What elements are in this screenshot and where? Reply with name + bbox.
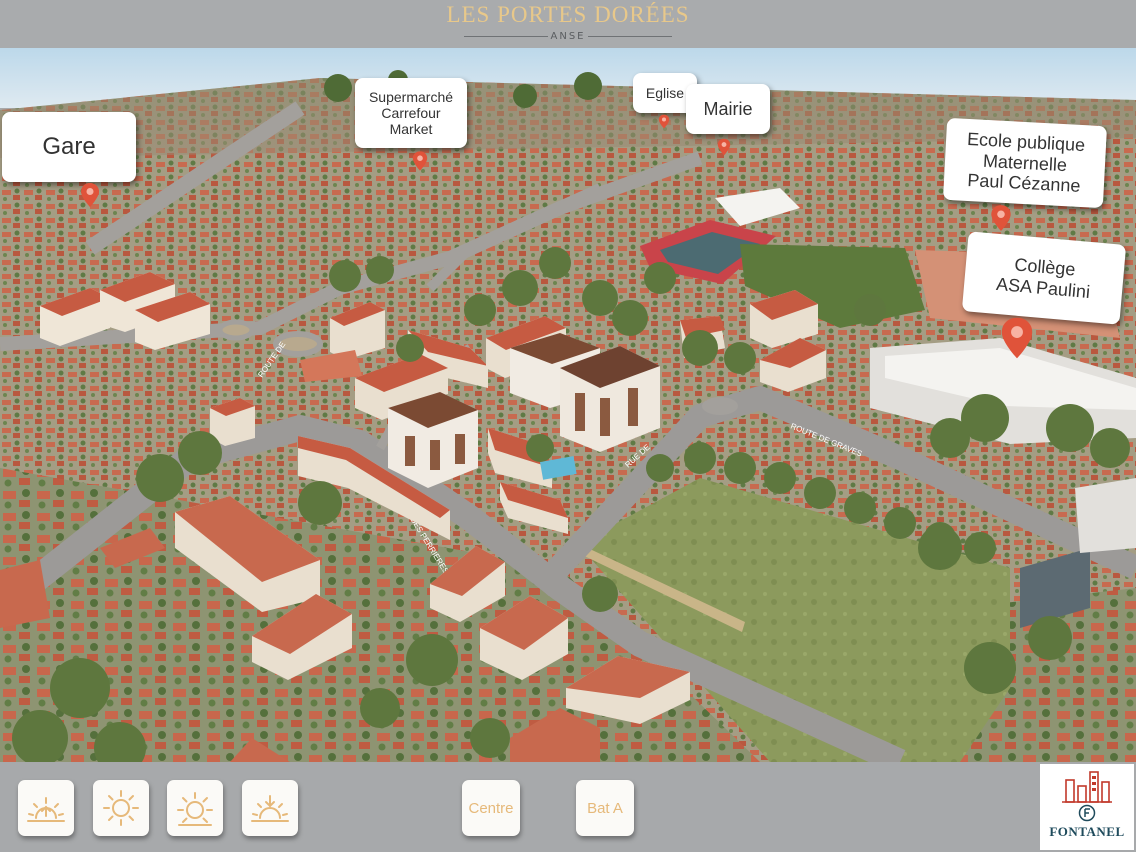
sunset-icon: [251, 795, 289, 822]
brand-subtitle: ANSE: [550, 31, 586, 42]
poi-label-college[interactable]: Collège ASA Paulini: [961, 231, 1127, 325]
sunset-button[interactable]: [242, 780, 298, 836]
fontanel-logo-text: FONTANEL: [1049, 824, 1125, 839]
header-bar: LES PORTES DORÉES ANSE: [0, 0, 1136, 48]
eglise-pin-icon[interactable]: [658, 114, 670, 129]
bat-a-button-label: Bat A: [587, 799, 623, 817]
mairie-pin-icon[interactable]: [717, 138, 731, 156]
poi-mairie-text: Mairie: [703, 98, 753, 119]
gare-pin-icon[interactable]: [80, 182, 100, 208]
sun-icon: [103, 790, 139, 826]
building-logo-icon: [1062, 771, 1112, 803]
supermarche-pin-icon[interactable]: [412, 150, 428, 172]
poi-supermarche-line2: Carrefour: [381, 104, 441, 121]
fontanel-logo: FONTANEL: [1040, 764, 1134, 850]
bat-a-button[interactable]: Bat A: [576, 780, 634, 836]
college-pin-icon[interactable]: [998, 316, 1036, 360]
sun-afternoon-button[interactable]: [167, 780, 223, 836]
poi-label-supermarche[interactable]: Supermarché Carrefour Market: [355, 78, 467, 148]
poi-supermarche-line1: Supermarché: [368, 88, 454, 105]
aerial-3d-map[interactable]: RUE DES PERRIERES ROUTE DE GRAVES RUE DE…: [0, 48, 1136, 762]
brand-title: LES PORTES DORÉES: [446, 2, 690, 27]
poi-supermarche-line3: Market: [389, 121, 433, 138]
sun-morning-button[interactable]: [93, 780, 149, 836]
poi-college-line2: ASA Paulini: [995, 273, 1091, 303]
centre-button-label: Centre: [468, 799, 514, 817]
fontanel-emblem-icon: [1078, 804, 1096, 822]
poi-gare-text: Gare: [42, 133, 96, 161]
brand-divider-right: [588, 36, 672, 37]
sunrise-button[interactable]: [18, 780, 74, 836]
sunrise-icon: [27, 797, 65, 822]
poi-label-ecole[interactable]: Ecole publique Maternelle Paul Cézanne: [942, 117, 1108, 209]
sun-icon: [177, 792, 213, 826]
centre-button[interactable]: Centre: [462, 780, 520, 836]
ecole-pin-icon[interactable]: [990, 204, 1012, 232]
poi-eglise-text: Eglise: [645, 84, 685, 101]
poi-label-mairie[interactable]: Mairie: [686, 84, 770, 134]
poi-label-gare[interactable]: Gare: [2, 112, 136, 182]
